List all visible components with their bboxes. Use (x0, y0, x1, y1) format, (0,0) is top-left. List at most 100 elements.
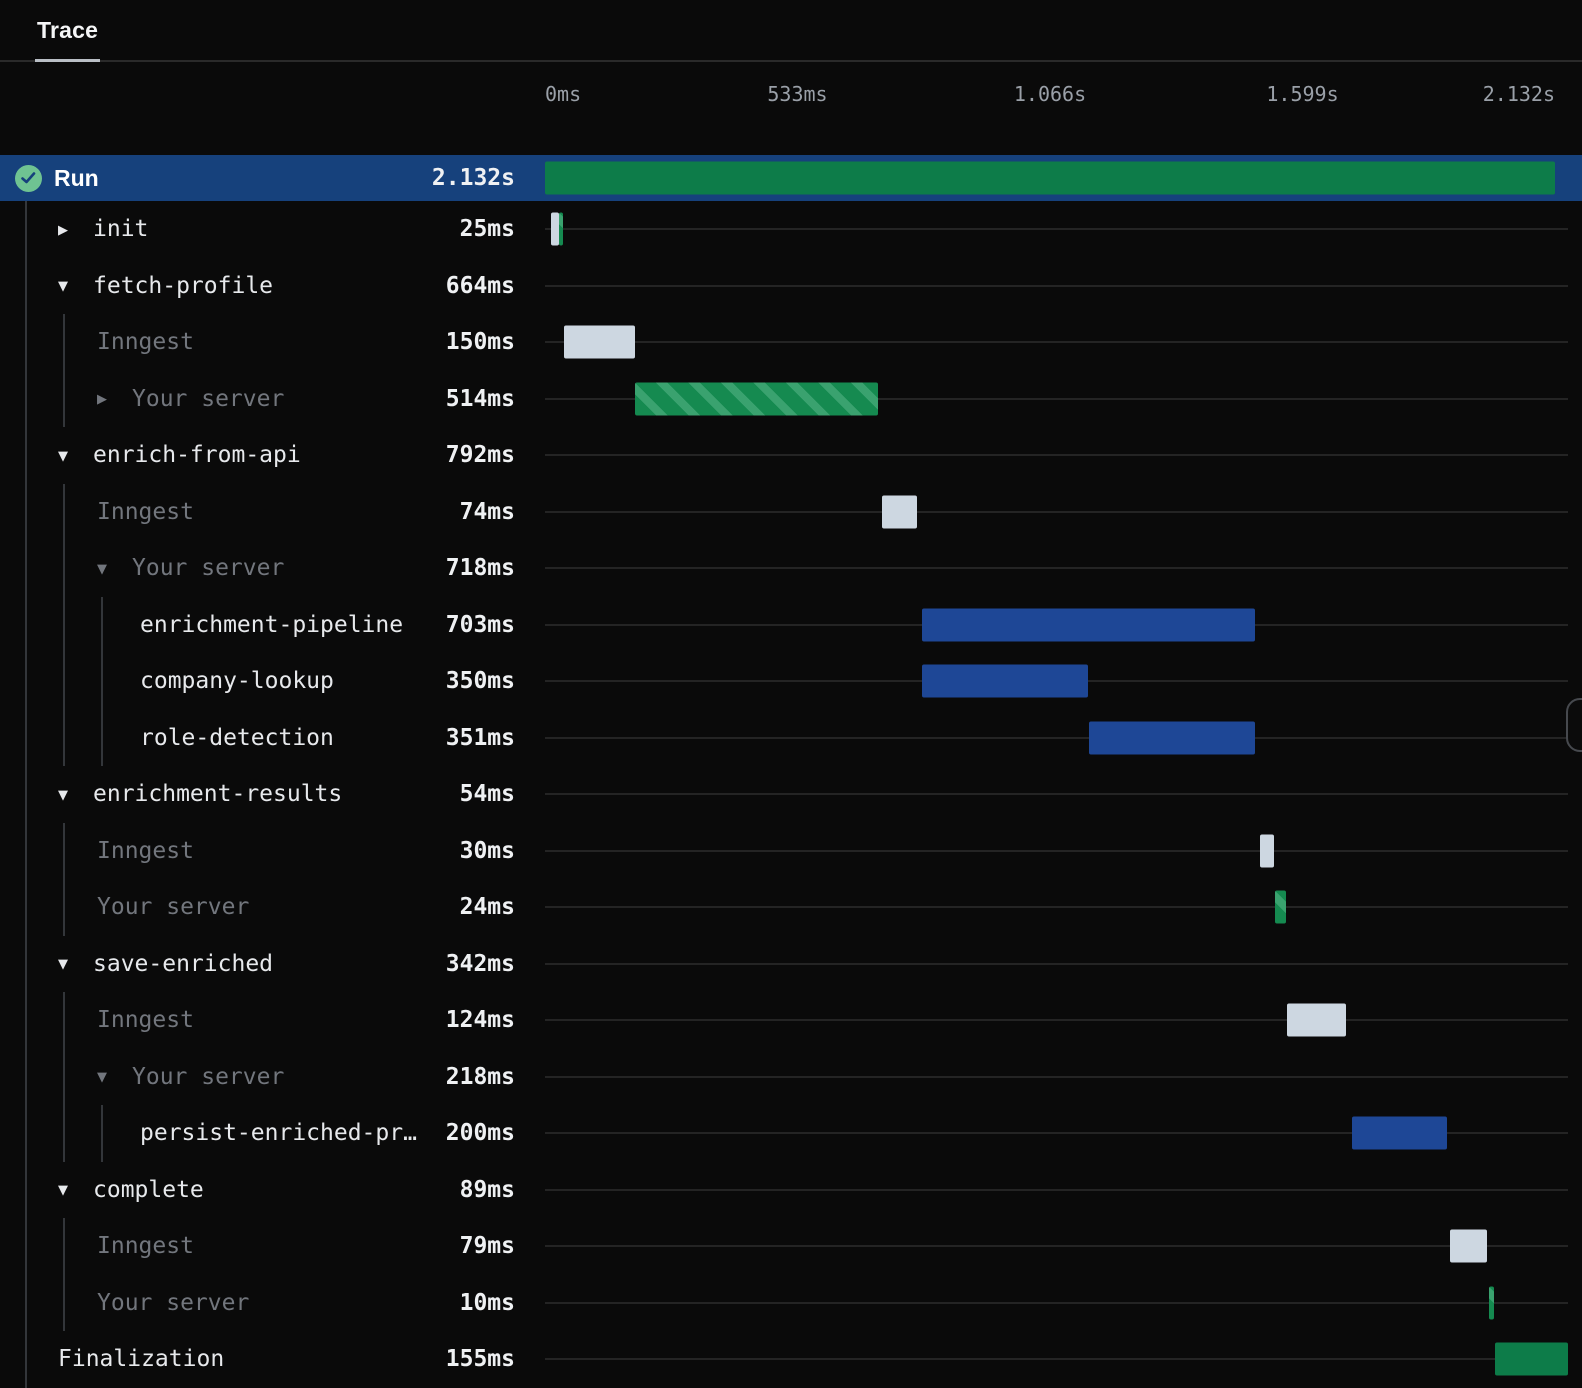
row-labels: ▼ enrich-from-api 792ms (0, 427, 545, 484)
indent-guide (25, 822, 27, 879)
indent-guide (101, 1105, 103, 1162)
timeline-ruler: 0ms 533ms 1.066s 1.599s 2.132s (0, 62, 1582, 201)
trace-row-save-enriched[interactable]: ▼ save-enriched 342ms (0, 935, 1582, 992)
row-timeline-area (545, 371, 1582, 428)
row-track-line (545, 1188, 1568, 1191)
indent-guide (25, 992, 27, 1049)
trace-row-run[interactable]: Run 2.132s (0, 155, 1582, 201)
span-bar-inngest[interactable] (882, 495, 918, 529)
indent-guide (25, 766, 27, 823)
row-timeline-area (545, 1049, 1582, 1106)
row-duration: 514ms (445, 385, 515, 412)
trace-row-enrichment-results[interactable]: ▼ enrichment-results 54ms (0, 766, 1582, 823)
collapse-arrow-icon[interactable]: ▼ (97, 561, 132, 576)
trace-row-company-lookup[interactable]: company-lookup 350ms (0, 653, 1582, 710)
span-bar-server[interactable] (559, 212, 563, 246)
trace-row-your-server[interactable]: Your server 10ms (0, 1274, 1582, 1331)
span-bar-inngest[interactable] (1449, 1229, 1488, 1263)
collapse-arrow-icon[interactable]: ▼ (58, 956, 93, 971)
row-label: Inngest (97, 1007, 194, 1034)
span-bar-inngest[interactable] (1286, 1003, 1346, 1037)
span-bar-run[interactable] (545, 161, 1555, 195)
trace-row-your-server[interactable]: ▶ Your server 514ms (0, 370, 1582, 428)
row-track-line (545, 962, 1568, 965)
trace-row-inngest[interactable]: Inngest 124ms (0, 992, 1582, 1049)
row-duration: 351ms (445, 724, 515, 751)
trace-row-your-server[interactable]: ▼ Your server 718ms (0, 540, 1582, 597)
row-label: role-detection (140, 724, 334, 751)
row-label: init (93, 216, 149, 243)
span-bar-exec[interactable] (922, 664, 1088, 698)
trace-row-role-detection[interactable]: role-detection 351ms (0, 709, 1582, 766)
row-duration: 25ms (459, 216, 515, 243)
row-timeline-area (545, 314, 1582, 371)
span-bar-server[interactable] (1489, 1286, 1494, 1320)
row-timeline-area (545, 992, 1582, 1049)
trace-row-finalization[interactable]: Finalization 155ms (0, 1331, 1582, 1388)
indent-guide (25, 1331, 27, 1388)
trace-row-inngest[interactable]: Inngest 150ms (0, 314, 1582, 371)
indent-guide (25, 314, 27, 371)
row-track-line (545, 341, 1568, 344)
row-labels: Your server 24ms (0, 879, 545, 936)
row-duration: 200ms (445, 1120, 515, 1147)
trace-row-inngest[interactable]: Inngest 79ms (0, 1218, 1582, 1275)
expand-arrow-icon[interactable]: ▶ (58, 222, 93, 237)
ruler-labels: 0ms 533ms 1.066s 1.599s 2.132s (545, 82, 1555, 108)
tab-trace-label: Trace (37, 16, 99, 43)
trace-row-persist-enriched-pr[interactable]: persist-enriched-pr… 200ms (0, 1105, 1582, 1162)
row-timeline-area (545, 427, 1582, 484)
trace-row-inngest[interactable]: Inngest 74ms (0, 483, 1582, 540)
span-bar-exec[interactable] (1351, 1116, 1447, 1150)
collapse-arrow-icon[interactable]: ▼ (97, 1069, 132, 1084)
row-track-line (545, 228, 1568, 231)
row-duration: 218ms (445, 1063, 515, 1090)
row-labels: ▼ save-enriched 342ms (0, 935, 545, 992)
tab-trace[interactable]: Trace (35, 0, 101, 62)
scrollbar-thumb[interactable] (1566, 698, 1582, 752)
row-label: Inngest (97, 837, 194, 864)
row-timeline-area (545, 1218, 1582, 1275)
span-bar-inngest[interactable] (1259, 834, 1275, 868)
row-label: Inngest (97, 498, 194, 525)
run-duration: 2.132s (431, 165, 515, 191)
indent-guide (25, 257, 27, 314)
trace-row-enrich-from-api[interactable]: ▼ enrich-from-api 792ms (0, 427, 1582, 484)
row-track-line (545, 849, 1568, 852)
row-labels: ▼ Your server 718ms (0, 540, 545, 597)
row-labels: company-lookup 350ms (0, 653, 545, 710)
row-duration: 89ms (459, 1176, 515, 1203)
row-track-line (545, 454, 1568, 457)
collapse-arrow-icon[interactable]: ▼ (58, 448, 93, 463)
trace-row-your-server[interactable]: Your server 24ms (0, 879, 1582, 936)
row-duration: 350ms (445, 668, 515, 695)
trace-row-complete[interactable]: ▼ complete 89ms (0, 1161, 1582, 1218)
trace-row-your-server[interactable]: ▼ Your server 218ms (0, 1048, 1582, 1106)
row-label: Finalization (58, 1346, 225, 1373)
trace-row-inngest[interactable]: Inngest 30ms (0, 822, 1582, 879)
run-timeline-bar-area (545, 155, 1582, 201)
indent-guide (25, 201, 27, 258)
indent-guide (63, 1274, 65, 1331)
trace-row-fetch-profile[interactable]: ▼ fetch-profile 664ms (0, 257, 1582, 314)
trace-row-enrichment-pipeline[interactable]: enrichment-pipeline 703ms (0, 596, 1582, 653)
span-bar-exec[interactable] (922, 608, 1256, 642)
row-labels: Inngest 150ms (0, 314, 545, 371)
span-bar-exec[interactable] (1088, 721, 1256, 755)
span-bar-server[interactable] (635, 382, 879, 416)
span-bar-inngest[interactable] (563, 325, 635, 359)
indent-guide (63, 992, 65, 1049)
span-bar-run[interactable] (1494, 1342, 1569, 1376)
expand-arrow-icon[interactable]: ▶ (97, 391, 132, 406)
span-bar-inngest[interactable] (551, 212, 560, 246)
trace-row-init[interactable]: ▶ init 25ms (0, 201, 1582, 258)
indent-guide (25, 1161, 27, 1218)
collapse-arrow-icon[interactable]: ▼ (58, 1182, 93, 1197)
collapse-arrow-icon[interactable]: ▼ (58, 278, 93, 293)
span-bar-server[interactable] (1274, 890, 1286, 924)
indent-guide (25, 879, 27, 936)
indent-guide (101, 596, 103, 653)
row-track-line (545, 793, 1568, 796)
collapse-arrow-icon[interactable]: ▼ (58, 787, 93, 802)
ruler-tick-label: 0ms (545, 82, 582, 106)
